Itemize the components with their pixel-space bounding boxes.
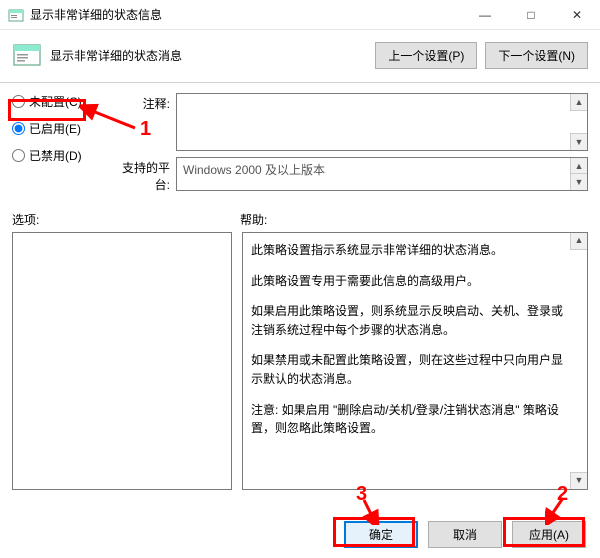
help-pane: 此策略设置指示系统显示非常详细的状态消息。 此策略设置专用于需要此信息的高级用户… <box>242 232 588 490</box>
radio-not-configured[interactable]: 未配置(C) <box>12 93 104 110</box>
scroll-up-icon[interactable]: ▲ <box>570 233 587 250</box>
minimize-button[interactable]: — <box>462 0 508 29</box>
cancel-button[interactable]: 取消 <box>428 521 502 548</box>
platform-box: Windows 2000 及以上版本 ▲ ▼ <box>176 157 588 191</box>
radio-enabled[interactable]: 已启用(E) <box>12 120 104 137</box>
help-p3: 如果启用此策略设置，则系统显示反映启动、关机、登录或注销系统过程中每个步骤的状态… <box>251 302 567 339</box>
radio-column: 未配置(C) 已启用(E) 已禁用(D) <box>12 93 104 199</box>
radio-enabled-input[interactable] <box>12 122 25 135</box>
title-bar: 显示非常详细的状态信息 — □ ✕ <box>0 0 600 30</box>
options-pane <box>12 232 232 490</box>
lower-panes: 此策略设置指示系统显示非常详细的状态消息。 此策略设置专用于需要此信息的高级用户… <box>0 232 600 490</box>
config-area: 未配置(C) 已启用(E) 已禁用(D) 注释: ▲ ▼ 支持的平台: Wind… <box>0 83 600 205</box>
options-label: 选项: <box>12 211 240 228</box>
close-button[interactable]: ✕ <box>554 0 600 29</box>
help-p4: 如果禁用或未配置此策略设置，则在这些过程中只向用户显示默认的状态消息。 <box>251 351 567 388</box>
radio-not-configured-label: 未配置(C) <box>29 93 82 110</box>
help-p1: 此策略设置指示系统显示非常详细的状态消息。 <box>251 241 567 260</box>
help-p5: 注意: 如果启用 "删除启动/关机/登录/注销状态消息" 策略设置，则忽略此策略… <box>251 401 567 438</box>
comment-textarea[interactable]: ▲ ▼ <box>176 93 588 151</box>
prev-setting-button[interactable]: 上一个设置(P) <box>375 42 477 69</box>
help-p2: 此策略设置专用于需要此信息的高级用户。 <box>251 272 567 291</box>
help-label: 帮助: <box>240 211 267 228</box>
radio-disabled-label: 已禁用(D) <box>29 147 82 164</box>
setting-name: 显示非常详细的状态消息 <box>50 47 375 64</box>
window-title: 显示非常详细的状态信息 <box>30 6 462 23</box>
fields-column: 注释: ▲ ▼ 支持的平台: Windows 2000 及以上版本 ▲ ▼ <box>110 93 588 199</box>
radio-disabled[interactable]: 已禁用(D) <box>12 147 104 164</box>
comment-label: 注释: <box>110 93 176 151</box>
next-setting-button[interactable]: 下一个设置(N) <box>485 42 588 69</box>
scroll-down-icon[interactable]: ▼ <box>570 133 587 150</box>
scroll-up-icon[interactable]: ▲ <box>570 94 587 111</box>
radio-enabled-label: 已启用(E) <box>29 120 81 137</box>
radio-disabled-input[interactable] <box>12 149 25 162</box>
apply-button[interactable]: 应用(A) <box>512 521 586 548</box>
dialog-buttons: 确定 取消 应用(A) <box>344 521 586 548</box>
scroll-down-icon[interactable]: ▼ <box>570 173 587 190</box>
ok-button[interactable]: 确定 <box>344 521 418 548</box>
platform-value: Windows 2000 及以上版本 <box>183 163 325 177</box>
policy-icon <box>8 7 24 23</box>
policy-icon-large <box>12 40 42 70</box>
scroll-down-icon[interactable]: ▼ <box>570 472 587 489</box>
radio-not-configured-input[interactable] <box>12 95 25 108</box>
mid-labels: 选项: 帮助: <box>0 205 600 232</box>
window-controls: — □ ✕ <box>462 0 600 29</box>
header-row: 显示非常详细的状态消息 上一个设置(P) 下一个设置(N) <box>0 30 600 83</box>
platform-label: 支持的平台: <box>110 157 176 193</box>
maximize-button[interactable]: □ <box>508 0 554 29</box>
